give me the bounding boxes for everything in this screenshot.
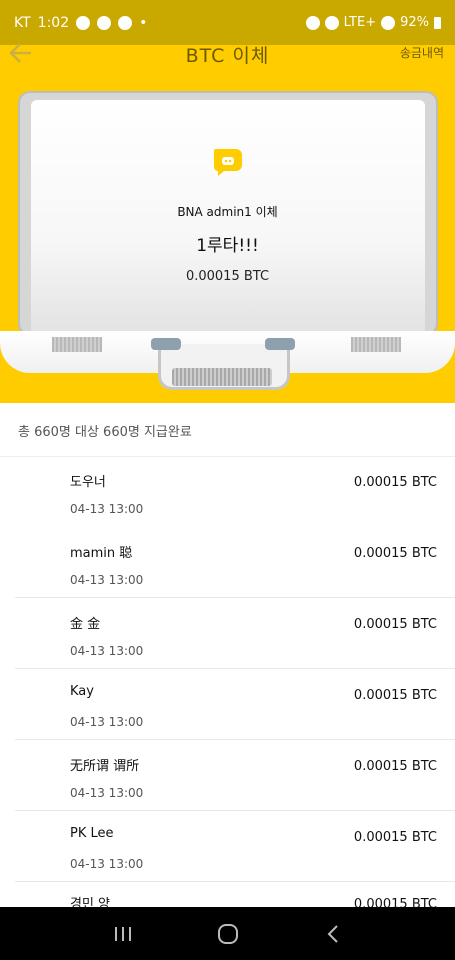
recipient-name: PK Lee <box>70 826 114 841</box>
clock: 1:02 <box>37 14 70 31</box>
briefcase-latch-right <box>351 337 401 352</box>
card-amount: 0.00015 BTC <box>185 269 270 284</box>
chat-bubble-logo-icon <box>212 145 244 177</box>
recipient-amount: 0.00015 BTC <box>353 759 437 774</box>
card-message: 1루타!!! <box>196 236 259 256</box>
payout-summary: 총 660명 대상 660명 지급완료 <box>18 425 192 440</box>
recipient-amount: 0.00015 BTC <box>353 475 437 490</box>
list-item[interactable]: 경민 양 0.00015 BTC <box>0 883 455 907</box>
network-label: LTE+ <box>343 15 377 30</box>
briefcase-knob-right <box>265 338 295 350</box>
row-divider <box>15 881 455 882</box>
alarm-icon <box>305 15 320 30</box>
back-icon[interactable] <box>318 919 348 949</box>
recipient-amount: 0.00015 BTC <box>353 688 437 703</box>
mute-icon <box>324 15 339 30</box>
recipient-amount: 0.00015 BTC <box>353 897 437 907</box>
recipient-name: 경민 양 <box>70 897 111 907</box>
navigation-bar <box>0 907 455 960</box>
row-divider <box>15 597 455 598</box>
recipient-time: 04-13 13:00 <box>70 857 144 871</box>
recipient-time: 04-13 13:00 <box>70 644 144 658</box>
briefcase-latch-left <box>52 337 102 352</box>
list-item[interactable]: 无所谓 谓所 04-13 13:00 0.00015 BTC <box>0 741 455 811</box>
battery-label: 92% <box>400 15 429 30</box>
recipient-name: 도우너 <box>70 475 106 490</box>
recipient-time: 04-13 13:00 <box>70 573 144 587</box>
briefcase-handle-grip <box>172 368 272 386</box>
recipient-time: 04-13 13:00 <box>70 715 144 729</box>
row-divider <box>15 810 455 811</box>
list-item[interactable]: mamin 聪 04-13 13:00 0.00015 BTC <box>0 528 455 598</box>
list-item[interactable]: Kay 04-13 13:00 0.00015 BTC <box>0 670 455 740</box>
status-right: LTE+ 92% <box>305 15 441 30</box>
dollar-icon <box>97 15 112 30</box>
status-bar: KT 1:02 • LTE+ 92% <box>0 0 455 45</box>
list-item[interactable]: 金 金 04-13 13:00 0.00015 BTC <box>0 599 455 669</box>
chat-icon <box>118 15 133 30</box>
signal-icon <box>381 15 396 30</box>
notification-dot: • <box>139 14 148 31</box>
page-title: BTC 이체 <box>185 45 270 67</box>
recipient-amount: 0.00015 BTC <box>353 830 437 845</box>
recipient-time: 04-13 13:00 <box>70 502 144 516</box>
card-sender-line: BNA admin1 이체 <box>177 205 278 219</box>
row-divider <box>15 739 455 740</box>
list-item[interactable]: PK Lee 04-13 13:00 0.00015 BTC <box>0 812 455 882</box>
recipient-time: 04-13 13:00 <box>70 786 144 800</box>
recent-apps-icon[interactable] <box>108 919 138 949</box>
list-item[interactable]: 도우너 04-13 13:00 0.00015 BTC <box>0 457 455 527</box>
status-left: KT 1:02 • <box>14 15 147 31</box>
recipient-name: mamin 聪 <box>70 546 133 561</box>
recipient-amount: 0.00015 BTC <box>353 617 437 632</box>
home-icon[interactable] <box>213 919 243 949</box>
history-link[interactable]: 송금내역 <box>400 44 444 61</box>
recipient-amount: 0.00015 BTC <box>353 546 437 561</box>
battery-icon <box>434 16 441 29</box>
carrier-label: KT <box>14 14 31 31</box>
briefcase-knob-left <box>151 338 181 350</box>
row-divider <box>15 668 455 669</box>
recipient-name: 金 金 <box>70 617 101 632</box>
recipient-name: 无所谓 谓所 <box>70 759 140 774</box>
recipient-name: Kay <box>70 684 94 699</box>
message-icon <box>76 15 91 30</box>
